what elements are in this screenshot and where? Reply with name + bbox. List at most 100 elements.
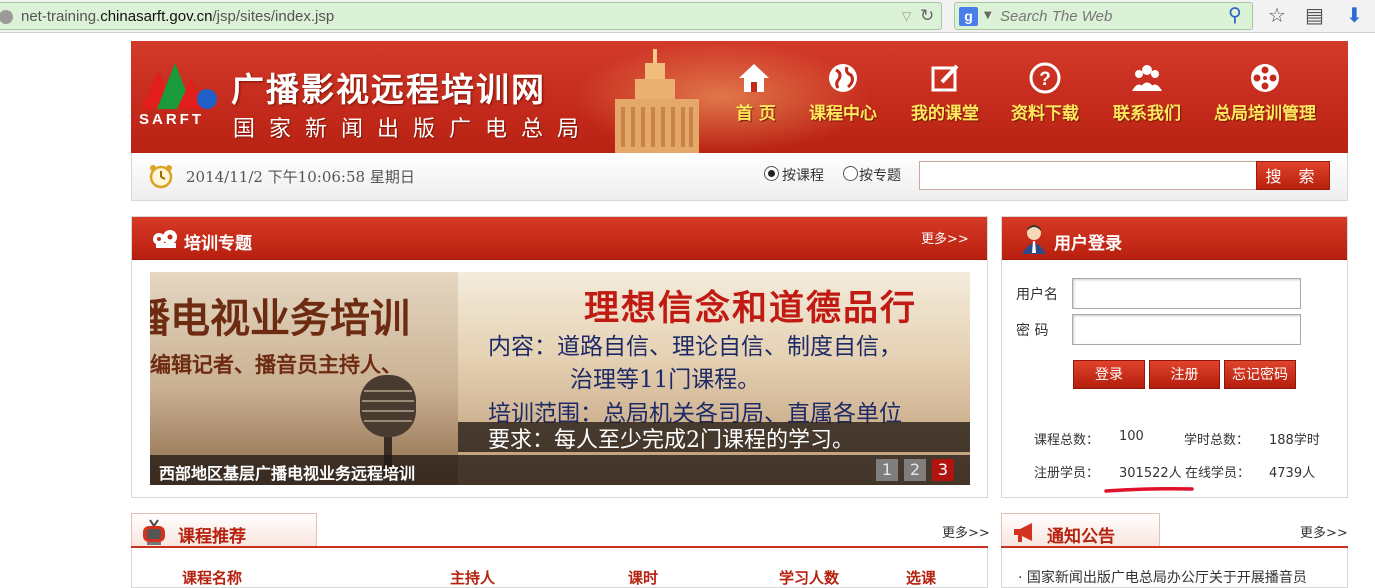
site-identity-icon[interactable] xyxy=(0,10,13,24)
notice-item[interactable]: · 国家新闻出版广电总局办公厅关于开展播音员 xyxy=(1018,567,1307,587)
training-topics-panel: 培训专题 更多>> 播电视业务培训 编辑记者、播音员主持人、 理想信念和道德品行… xyxy=(131,216,988,498)
col-learners: 学习人数 xyxy=(779,569,840,587)
search-icon[interactable]: ⚲ xyxy=(1228,4,1242,26)
globe-icon xyxy=(829,64,857,92)
date-search-strip: 2014/11/2 下午10:06:58 星期日 按课程 按专题 搜 索 xyxy=(131,153,1348,201)
site-banner: SARFT 广播影视远程培训网 国家新闻出版广电总局 首 页 课程中心 我的课堂… xyxy=(131,41,1348,153)
nav-downloads[interactable]: ? 资料下载 xyxy=(1005,61,1085,124)
site-search-button[interactable]: 搜 索 xyxy=(1256,161,1330,190)
sarft-logo-icon xyxy=(141,63,217,109)
registered-count-label: 注册学员： xyxy=(1034,466,1100,481)
site-subtitle: 国家新闻出版广电总局 xyxy=(233,117,594,142)
nav-downloads-label: 资料下载 xyxy=(1011,104,1079,124)
user-login-header: 用户登录 xyxy=(1002,217,1347,260)
site-title: 广播影视远程培训网 xyxy=(231,70,546,109)
nav-contact-us-label: 联系我们 xyxy=(1113,104,1181,124)
alarm-clock-icon xyxy=(149,165,173,189)
address-bar[interactable]: net-training.chinasarft.gov.cn/jsp/sites… xyxy=(0,2,942,30)
online-count-value: 4739人 xyxy=(1269,466,1316,481)
topic-slideshow[interactable]: 播电视业务培训 编辑记者、播音员主持人、 理想信念和道德品行 内容：道路自信、理… xyxy=(150,272,970,485)
hours-count-value: 188学时 xyxy=(1269,433,1320,448)
course-count-value: 100 xyxy=(1119,429,1144,444)
forgot-password-button[interactable]: 忘记密码 xyxy=(1224,360,1296,389)
site-search-input[interactable] xyxy=(919,161,1259,190)
help-icon: ? xyxy=(1029,62,1061,94)
annotation-underline xyxy=(1104,487,1194,493)
slide-right-image: 理想信念和道德品行 内容：道路自信、理论自信、制度自信， 治理等11门课程。 培… xyxy=(458,272,970,485)
people-icon xyxy=(1132,65,1162,91)
radio-by-course-label[interactable]: 按课程 xyxy=(782,165,824,185)
film-camera-icon xyxy=(153,230,177,248)
edit-icon xyxy=(931,64,959,92)
radio-by-topic-label[interactable]: 按专题 xyxy=(859,165,901,185)
slide-left-headline: 播电视业务培训 xyxy=(150,295,410,342)
download-icon[interactable]: ⬇ xyxy=(1346,3,1363,27)
register-button[interactable]: 注册 xyxy=(1149,360,1220,389)
reload-icon[interactable]: ↻ xyxy=(920,6,934,26)
slide-right-title: 理想信念和道德品行 xyxy=(584,288,918,329)
engine-dropdown-icon[interactable]: ▼ xyxy=(984,10,992,21)
film-reel-icon xyxy=(1251,64,1279,92)
username-input[interactable] xyxy=(1072,278,1301,309)
training-topics-more-link[interactable]: 更多>> xyxy=(921,228,969,247)
user-login-title: 用户登录 xyxy=(1054,234,1122,254)
course-recommend-table xyxy=(131,548,988,588)
notices-title: 通知公告 xyxy=(1047,527,1115,547)
hours-count-label: 学时总数： xyxy=(1184,433,1250,448)
notices-tab: 通知公告 xyxy=(1001,513,1160,547)
col-host: 主持人 xyxy=(450,569,496,587)
password-input[interactable] xyxy=(1072,314,1301,345)
tv-icon xyxy=(143,519,165,545)
nav-contact-us[interactable]: 联系我们 xyxy=(1107,61,1187,124)
course-recommend-tab: 课程推荐 xyxy=(131,513,317,547)
search-engine-icon[interactable]: g xyxy=(959,7,978,26)
logo-text: SARFT xyxy=(139,111,204,128)
training-topics-header: 培训专题 更多>> xyxy=(132,217,987,260)
slide-caption[interactable]: 西部地区基层广播电视业务远程培训 xyxy=(159,460,415,484)
course-recommend-more-link[interactable]: 更多>> xyxy=(942,522,990,541)
user-icon xyxy=(1022,225,1046,254)
web-search-bar[interactable]: g ▼ Search The Web ⚲ xyxy=(954,2,1253,30)
web-search-placeholder[interactable]: Search The Web xyxy=(1000,8,1112,25)
megaphone-icon xyxy=(1014,523,1032,542)
nav-course-center-label: 课程中心 xyxy=(809,104,877,124)
nav-home-label: 首 页 xyxy=(736,104,776,124)
svg-text:?: ? xyxy=(1039,69,1051,90)
registered-count-value: 301522人 xyxy=(1119,466,1182,481)
nav-training-management[interactable]: 总局培训管理 xyxy=(1209,61,1321,124)
url-text[interactable]: net-training.chinasarft.gov.cn/jsp/sites… xyxy=(21,8,334,25)
training-topics-title: 培训专题 xyxy=(184,234,252,254)
username-label: 用户名 xyxy=(1016,287,1058,303)
login-button[interactable]: 登录 xyxy=(1073,360,1145,389)
col-hours: 课时 xyxy=(628,569,659,587)
browser-toolbar: net-training.chinasarft.gov.cn/jsp/sites… xyxy=(0,0,1375,33)
radio-by-topic[interactable] xyxy=(843,166,858,181)
password-label: 密 码 xyxy=(1016,323,1049,339)
notices-more-link[interactable]: 更多>> xyxy=(1300,522,1348,541)
nav-my-classroom[interactable]: 我的课堂 xyxy=(905,61,985,124)
slide-page-1[interactable]: 1 xyxy=(876,459,898,481)
online-count-label: 在线学员： xyxy=(1185,466,1251,481)
course-count-label: 课程总数： xyxy=(1034,433,1100,448)
slide-right-requirement: 要求：每人至少完成2门课程的学习。 xyxy=(488,428,854,453)
home-icon xyxy=(739,64,769,92)
nav-home[interactable]: 首 页 xyxy=(736,61,776,124)
col-course-name: 课程名称 xyxy=(182,569,243,587)
nav-training-management-label: 总局培训管理 xyxy=(1214,104,1316,124)
course-recommend-title: 课程推荐 xyxy=(178,527,246,547)
col-select: 选课 xyxy=(906,569,937,587)
history-dropdown-icon[interactable]: ▽ xyxy=(902,9,911,23)
slide-page-2[interactable]: 2 xyxy=(904,459,926,481)
slide-page-3-active[interactable]: 3 xyxy=(932,459,954,481)
nav-my-classroom-label: 我的课堂 xyxy=(911,104,979,124)
building-illustration xyxy=(615,49,699,153)
nav-course-center[interactable]: 课程中心 xyxy=(803,61,883,124)
radio-by-course[interactable] xyxy=(764,166,779,181)
slide-right-line1: 内容：道路自信、理论自信、制度自信， xyxy=(488,334,902,360)
bookmarks-list-icon[interactable]: ▤ xyxy=(1305,3,1324,27)
bookmark-star-icon[interactable]: ☆ xyxy=(1268,3,1286,27)
current-datetime: 2014/11/2 下午10:06:58 星期日 xyxy=(186,168,415,186)
slide-left-image: 播电视业务培训 编辑记者、播音员主持人、 xyxy=(150,272,460,485)
slide-right-line2: 治理等11门课程。 xyxy=(570,367,761,393)
user-login-panel: 用户登录 用户名 密 码 登录 注册 忘记密码 课程总数： 100 学时总数： … xyxy=(1001,216,1348,498)
